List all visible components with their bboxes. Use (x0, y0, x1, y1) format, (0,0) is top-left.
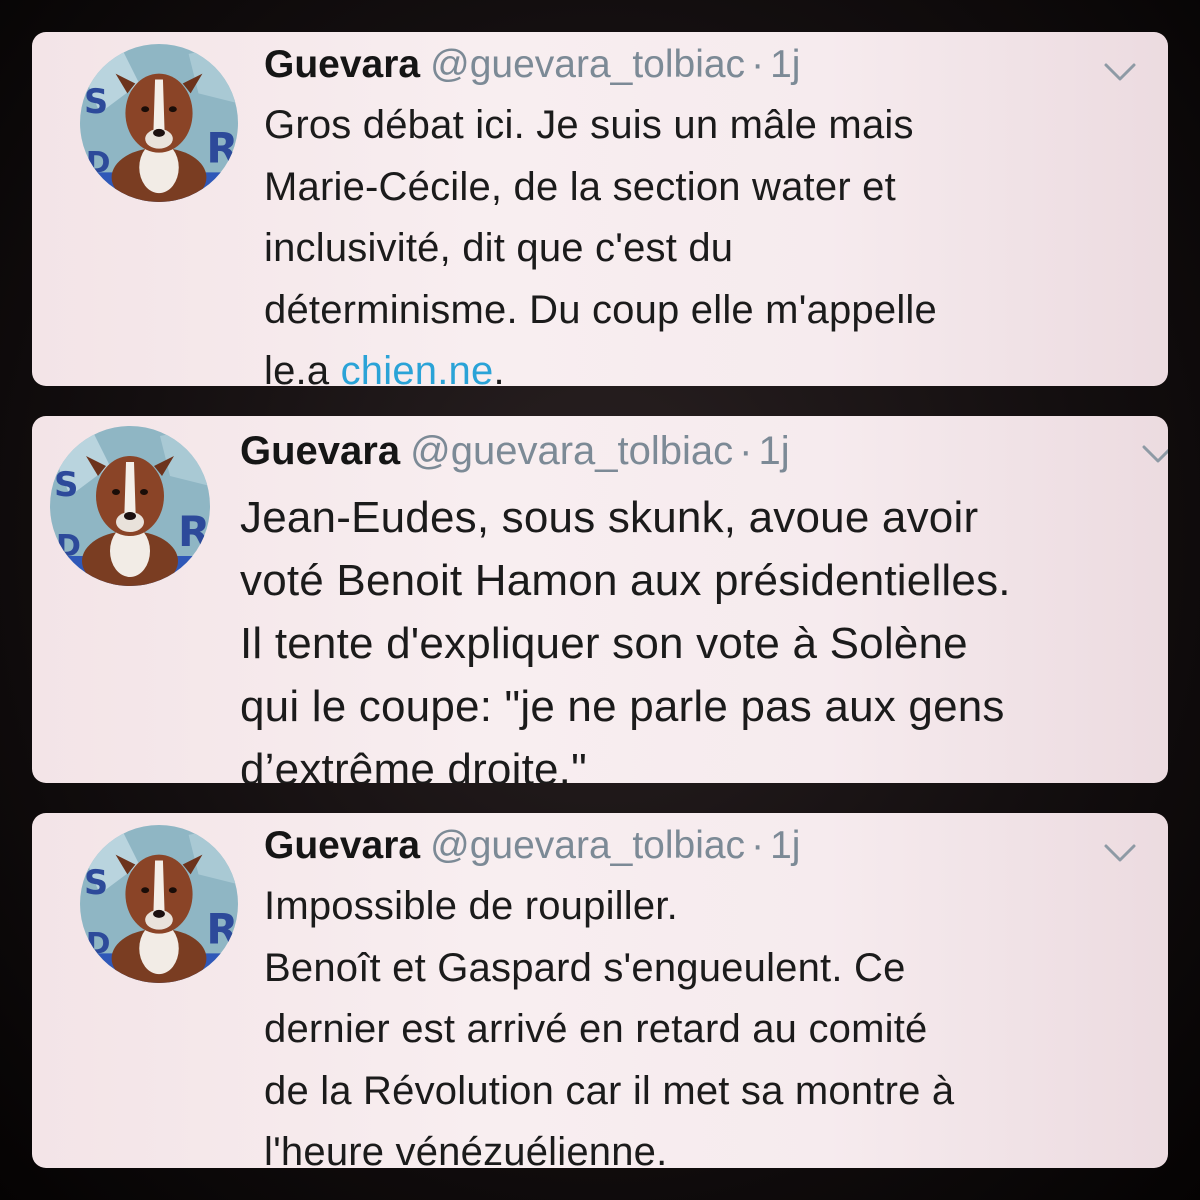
author-handle[interactable]: @guevara_tolbiac (410, 429, 733, 473)
tweet-content: Guevara @guevara_tolbiac · 1j Gros débat ic… (264, 38, 1134, 386)
tweet-card[interactable]: S R D Guevara @guevara_tolbiac · 1j Impossi… (32, 813, 1168, 1168)
author-handle[interactable]: @guevara_tolbiac (430, 824, 745, 867)
tweet-header: Guevara @guevara_tolbiac · 1j (240, 424, 1160, 478)
svg-text:R: R (206, 906, 238, 954)
tweet-text-body: Gros débat ici. Je suis un mâle mais Mar… (264, 103, 937, 386)
tweet-timestamp[interactable]: 1j (770, 43, 800, 86)
tweet-content: Guevara @guevara_tolbiac · 1j Jean-Eudes, s… (240, 424, 1160, 783)
tweet-timestamp[interactable]: 1j (770, 824, 800, 867)
svg-text:R: R (206, 125, 238, 173)
svg-text:S: S (54, 465, 79, 505)
chevron-down-icon[interactable] (1100, 52, 1140, 92)
separator-dot: · (751, 43, 765, 86)
author-name[interactable]: Guevara (240, 429, 400, 473)
chevron-down-icon[interactable] (1138, 434, 1168, 474)
separator-dot: · (751, 824, 765, 867)
author-handle[interactable]: @guevara_tolbiac (430, 43, 745, 86)
tweet-content: Guevara @guevara_tolbiac · 1j Impossible de… (264, 819, 1134, 1168)
tweet-link[interactable]: chien.ne (341, 349, 494, 386)
tweet-header: Guevara @guevara_tolbiac · 1j (264, 38, 1134, 92)
separator-dot: · (739, 429, 753, 473)
tweet-text: Jean-Eudes, sous skunk, avoue avoir voté… (240, 493, 1011, 783)
dog-avatar-icon[interactable]: S R D (80, 825, 238, 983)
tweet-header: Guevara @guevara_tolbiac · 1j (264, 819, 1134, 873)
dog-avatar-icon[interactable]: S R D (80, 44, 238, 202)
tweet-text: Gros débat ici. Je suis un mâle mais Mar… (264, 95, 1134, 386)
author-name[interactable]: Guevara (264, 824, 420, 867)
tweet-text: Impossible de roupiller. Benoît et Gaspa… (264, 884, 955, 1168)
svg-text:S: S (84, 82, 108, 121)
svg-text:S: S (84, 863, 108, 902)
author-name[interactable]: Guevara (264, 43, 420, 86)
tweet-timestamp[interactable]: 1j (758, 429, 789, 473)
tweet-text-end: . (493, 349, 505, 386)
svg-text:R: R (178, 507, 210, 556)
tweet-card[interactable]: S R D Guevara @guevara_tolbiac · 1j Jean-Eu… (32, 416, 1168, 783)
tweet-card[interactable]: S R D Guevara @guevara_tolbiac · 1j Gros dé… (32, 32, 1168, 386)
chevron-down-icon[interactable] (1100, 833, 1140, 873)
dog-avatar-icon[interactable]: S R D (50, 426, 210, 586)
